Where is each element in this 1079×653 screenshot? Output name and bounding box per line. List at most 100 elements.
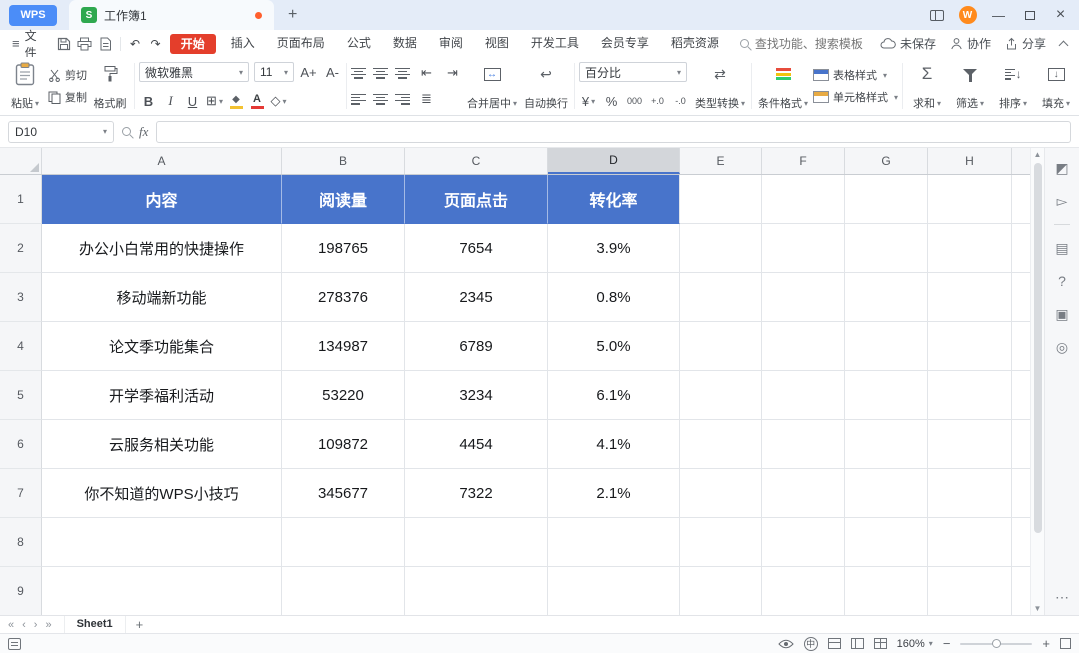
tab-data[interactable]: 数据 — [382, 30, 428, 57]
cell[interactable] — [680, 273, 762, 322]
cell[interactable] — [1012, 469, 1030, 518]
cell[interactable]: 4.1% — [548, 420, 680, 469]
cell[interactable] — [680, 322, 762, 371]
row-header[interactable]: 9 — [0, 567, 42, 615]
row-header[interactable]: 7 — [0, 469, 42, 518]
vertical-scrollbar[interactable]: ▲ ▼ — [1030, 148, 1044, 615]
cell[interactable]: 开学季福利活动 — [42, 371, 282, 420]
conditional-format-button[interactable]: 条件格式 ▾ — [756, 60, 810, 112]
cell[interactable] — [762, 420, 845, 469]
column-header-d-selected[interactable]: D — [548, 148, 680, 174]
align-center-icon[interactable] — [373, 93, 388, 105]
theme-skin-icon[interactable]: ◩ — [1051, 158, 1073, 178]
search-input[interactable] — [754, 36, 880, 51]
grow-font-button[interactable]: A+ — [299, 63, 318, 81]
merge-center-button[interactable]: ↔ 合并居中 ▾ — [465, 60, 519, 112]
row-header[interactable]: 8 — [0, 518, 42, 567]
cell[interactable] — [680, 567, 762, 615]
status-icon[interactable] — [8, 637, 21, 650]
export-button[interactable] — [95, 33, 116, 55]
sheet-tab-sheet1[interactable]: Sheet1 — [63, 616, 126, 633]
table-style-button[interactable]: 表格样式 ▾ — [813, 67, 898, 83]
cell[interactable]: 6.1% — [548, 371, 680, 420]
cell[interactable] — [928, 322, 1012, 371]
column-header-f[interactable]: F — [762, 148, 845, 174]
row-header[interactable]: 4 — [0, 322, 42, 371]
file-menu[interactable]: ≡ 文件 — [0, 27, 54, 61]
cell[interactable]: 7654 — [405, 224, 548, 273]
row-header[interactable]: 3 — [0, 273, 42, 322]
cell[interactable] — [928, 518, 1012, 567]
help-icon[interactable]: ? — [1051, 271, 1073, 291]
cell[interactable] — [928, 273, 1012, 322]
language-icon[interactable]: 中 — [803, 636, 818, 651]
insert-function-button[interactable]: fx — [139, 124, 148, 140]
cell[interactable] — [845, 273, 928, 322]
font-color-button[interactable]: A — [248, 93, 266, 109]
wps-logo[interactable]: WPS — [9, 4, 57, 26]
next-sheet-icon[interactable]: › — [34, 619, 38, 631]
tab-view[interactable]: 视图 — [474, 30, 520, 57]
cell[interactable] — [928, 371, 1012, 420]
align-left-icon[interactable] — [351, 93, 366, 105]
minimize-button[interactable]: — — [984, 0, 1013, 30]
column-header-partial[interactable] — [1012, 148, 1030, 174]
cell[interactable] — [1012, 567, 1030, 615]
page-break-view-icon[interactable] — [873, 638, 887, 649]
cell[interactable] — [845, 469, 928, 518]
normal-view-icon[interactable] — [827, 638, 841, 649]
first-sheet-icon[interactable]: « — [8, 619, 14, 631]
cell[interactable] — [1012, 273, 1030, 322]
fill-color-button[interactable]: ◆ — [227, 94, 245, 109]
italic-button[interactable]: I — [161, 92, 180, 110]
cell[interactable] — [680, 469, 762, 518]
filter-button[interactable]: 筛选 ▾ — [950, 60, 990, 112]
format-painter-button[interactable]: 格式刷 — [90, 60, 130, 112]
column-header-a[interactable]: A — [42, 148, 282, 174]
clear-format-button[interactable]: ◇ ▾ — [269, 92, 288, 110]
close-button[interactable]: × — [1046, 0, 1075, 30]
column-header-h[interactable]: H — [928, 148, 1012, 174]
sum-button[interactable]: Σ 求和 ▾ — [907, 60, 947, 112]
share-button[interactable]: 分享 — [1005, 35, 1046, 52]
cell[interactable] — [1012, 175, 1030, 224]
cell[interactable]: 109872 — [282, 420, 405, 469]
tab-formulas[interactable]: 公式 — [336, 30, 382, 57]
search-icon[interactable] — [122, 127, 131, 136]
eye-protection-icon[interactable] — [777, 639, 794, 649]
cell[interactable] — [928, 175, 1012, 224]
cell[interactable] — [762, 518, 845, 567]
fill-button[interactable]: ↓ 填充 ▾ — [1036, 60, 1076, 112]
scrollbar-thumb[interactable] — [1033, 163, 1042, 533]
cell[interactable] — [845, 371, 928, 420]
align-right-icon[interactable] — [395, 93, 410, 105]
column-header-b[interactable]: B — [282, 148, 405, 174]
cell[interactable]: 内容 — [42, 175, 282, 224]
zoom-level[interactable]: 160% ▾ — [897, 638, 933, 650]
cell[interactable]: 页面点击 — [405, 175, 548, 224]
underline-button[interactable]: U — [183, 92, 202, 110]
cell[interactable]: 3.9% — [548, 224, 680, 273]
save-button[interactable] — [54, 33, 75, 55]
image-panel-icon[interactable]: ▣ — [1051, 304, 1073, 324]
column-header-c[interactable]: C — [405, 148, 548, 174]
tab-member[interactable]: 会员专享 — [590, 30, 660, 57]
cell[interactable] — [762, 371, 845, 420]
cell[interactable] — [680, 518, 762, 567]
number-format-select[interactable]: 百分比 ▾ — [579, 62, 688, 82]
maximize-button[interactable] — [1015, 0, 1044, 30]
cell[interactable] — [845, 175, 928, 224]
zoom-slider-thumb[interactable] — [992, 638, 1002, 648]
cell[interactable]: 论文季功能集合 — [42, 322, 282, 371]
cell[interactable] — [680, 224, 762, 273]
zoom-slider[interactable] — [960, 638, 1033, 648]
column-header-g[interactable]: G — [845, 148, 928, 174]
cell[interactable] — [928, 420, 1012, 469]
align-middle-icon[interactable] — [373, 67, 388, 79]
align-top-icon[interactable] — [351, 67, 366, 79]
cell[interactable]: 办公小白常用的快捷操作 — [42, 224, 282, 273]
cell[interactable] — [1012, 420, 1030, 469]
select-cursor-icon[interactable]: ▻ — [1051, 191, 1073, 211]
row-header[interactable]: 5 — [0, 371, 42, 420]
zoom-out-button[interactable]: − — [943, 636, 951, 651]
